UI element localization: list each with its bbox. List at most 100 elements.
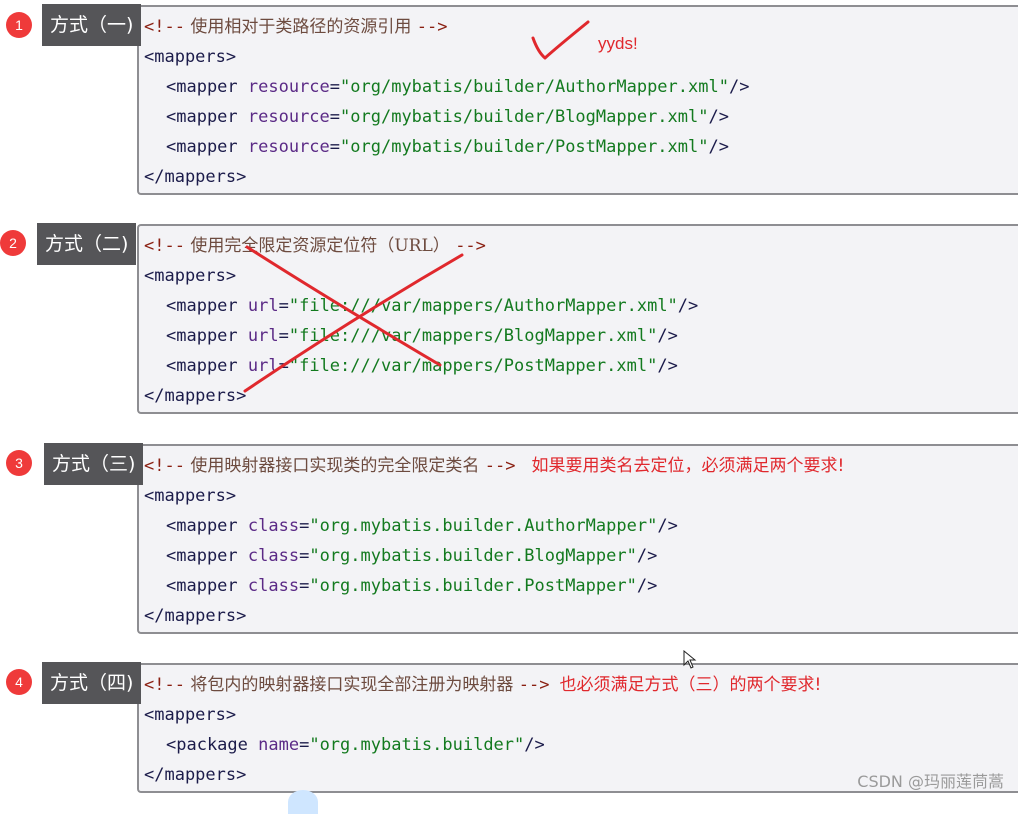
close-tag: </mappers>	[144, 606, 247, 626]
equals: =	[299, 735, 310, 755]
equals: =	[329, 137, 341, 157]
comment-text: 使用完全限定资源定位符（URL）	[184, 236, 456, 256]
step-badge-2: 2	[0, 230, 26, 256]
attr-name: class	[247, 516, 300, 536]
code-line: <mapper resource="org/mybatis/builder/Bl…	[144, 102, 1018, 132]
equals: =	[278, 326, 289, 346]
method-label-4: 方式（四)	[42, 662, 142, 704]
comment-open: <!--	[144, 236, 185, 256]
comment-close: -->	[455, 236, 486, 256]
attr-name: class	[247, 576, 300, 596]
comment-open: <!--	[144, 456, 185, 476]
tag-end: />	[708, 137, 729, 157]
comment-line: <!-- 使用映射器接口实现类的完全限定类名 --> 如果要用类名去定位，必须满足…	[144, 451, 1018, 481]
comment-line: <!-- 使用完全限定资源定位符（URL） -->	[144, 231, 1018, 261]
partial-shape	[288, 790, 318, 814]
tag-start: <mapper	[166, 356, 248, 376]
code-line: <mapper resource="org/mybatis/builder/Au…	[144, 72, 1018, 102]
tag-end: />	[636, 576, 658, 596]
comment-open: <!--	[144, 675, 185, 695]
open-tag: <mappers>	[144, 705, 237, 725]
tag-end: />	[677, 296, 699, 316]
tag-start: <mapper	[166, 107, 248, 127]
method-label-1: 方式（一)	[42, 4, 142, 46]
code-line: <mapper resource="org/mybatis/builder/Po…	[144, 132, 1018, 162]
attr-name: resource	[247, 107, 330, 127]
step-badge-4: 4	[6, 669, 32, 695]
equals: =	[329, 77, 341, 97]
comment-text: 将包内的映射器接口实现全部注册为映射器	[184, 675, 519, 695]
step-badge-1: 1	[6, 12, 32, 38]
tag-end: />	[657, 516, 678, 536]
tag-start: <mapper	[166, 77, 248, 97]
comment-open: <!--	[144, 17, 185, 37]
comment-text: 使用映射器接口实现类的完全限定类名	[184, 456, 485, 476]
attr-value: "org.mybatis.builder.PostMapper"	[309, 576, 637, 596]
equals: =	[299, 516, 310, 536]
attr-value: "org/mybatis/builder/BlogMapper.xml"	[340, 107, 709, 127]
tag-end: />	[524, 735, 545, 755]
handwritten-note: 也必须满足方式（三）的两个要求!	[559, 675, 822, 695]
attr-value: "org.mybatis.builder"	[309, 735, 525, 755]
tag-end: />	[657, 356, 678, 376]
tag-start: <mapper	[166, 326, 248, 346]
attr-value: "file:///var/mappers/PostMapper.xml"	[288, 356, 658, 376]
method-label-2: 方式（二)	[37, 223, 137, 265]
open-tag: <mappers>	[144, 486, 237, 506]
code-line: <mapper class="org.mybatis.builder.BlogM…	[144, 541, 1018, 571]
equals: =	[329, 107, 341, 127]
code-line: <package name="org.mybatis.builder"/>	[144, 730, 1018, 760]
handwritten-note: 如果要用类名去定位，必须满足两个要求!	[531, 456, 845, 476]
watermark: CSDN @玛丽莲茼蒿	[857, 772, 1004, 791]
attr-name: url	[247, 356, 279, 376]
attr-value: "org/mybatis/builder/PostMapper.xml"	[340, 137, 709, 157]
code-line: <mapper url="file:///var/mappers/PostMap…	[144, 351, 1018, 381]
attr-name: class	[247, 546, 300, 566]
code-block-1: <!-- 使用相对于类路径的资源引用 --> <mappers> <mapper…	[137, 5, 1018, 195]
equals: =	[299, 546, 310, 566]
attr-name: name	[258, 735, 300, 755]
tag-end: />	[708, 107, 729, 127]
attr-value: "file:///var/mappers/BlogMapper.xml"	[288, 326, 658, 346]
equals: =	[278, 296, 289, 316]
attr-value: "org.mybatis.builder.BlogMapper"	[309, 546, 637, 566]
yyds-annotation: yyds!	[598, 34, 638, 53]
comment-close: -->	[484, 456, 516, 476]
attr-name: resource	[247, 137, 330, 157]
attr-name: url	[247, 326, 279, 346]
tag-start: <mapper	[166, 546, 248, 566]
attr-value: "org.mybatis.builder.AuthorMapper"	[309, 516, 658, 536]
mouse-cursor-icon	[683, 650, 697, 669]
code-line: <mapper class="org.mybatis.builder.Autho…	[144, 511, 1018, 541]
comment-text: 使用相对于类路径的资源引用	[184, 17, 417, 37]
attr-value: "file:///var/mappers/AuthorMapper.xml"	[288, 296, 678, 316]
comment-close: -->	[518, 675, 550, 695]
step-badge-3: 3	[6, 450, 32, 476]
comment-close: -->	[416, 17, 448, 37]
tag-start: <mapper	[166, 516, 248, 536]
tag-end: />	[657, 326, 678, 346]
code-block-3: <!-- 使用映射器接口实现类的完全限定类名 --> 如果要用类名去定位，必须满足…	[137, 444, 1018, 634]
method-label-3: 方式（三)	[44, 443, 144, 485]
open-tag: <mappers>	[144, 47, 237, 67]
tag-end: />	[728, 77, 750, 97]
tag-start: <mapper	[166, 137, 248, 157]
tag-start: <mapper	[166, 296, 248, 316]
close-tag: </mappers>	[144, 167, 247, 187]
equals: =	[278, 356, 289, 376]
code-line: <mapper url="file:///var/mappers/AuthorM…	[144, 291, 1018, 321]
code-line: <mapper class="org.mybatis.builder.PostM…	[144, 571, 1018, 601]
attr-value: "org/mybatis/builder/AuthorMapper.xml"	[340, 77, 729, 97]
attr-name: resource	[247, 77, 330, 97]
code-line: <mapper url="file:///var/mappers/BlogMap…	[144, 321, 1018, 351]
comment-line: <!-- 将包内的映射器接口实现全部注册为映射器 --> 也必须满足方式（三）的两…	[144, 670, 1018, 700]
close-tag: </mappers>	[144, 386, 247, 406]
tag-end: />	[636, 546, 658, 566]
code-block-2: <!-- 使用完全限定资源定位符（URL） --> <mappers> <map…	[137, 224, 1018, 414]
attr-name: url	[247, 296, 279, 316]
open-tag: <mappers>	[144, 266, 237, 286]
tag-start: <mapper	[166, 576, 248, 596]
equals: =	[299, 576, 310, 596]
comment-line: <!-- 使用相对于类路径的资源引用 -->	[144, 12, 1018, 42]
tag-start: <package	[166, 735, 259, 755]
